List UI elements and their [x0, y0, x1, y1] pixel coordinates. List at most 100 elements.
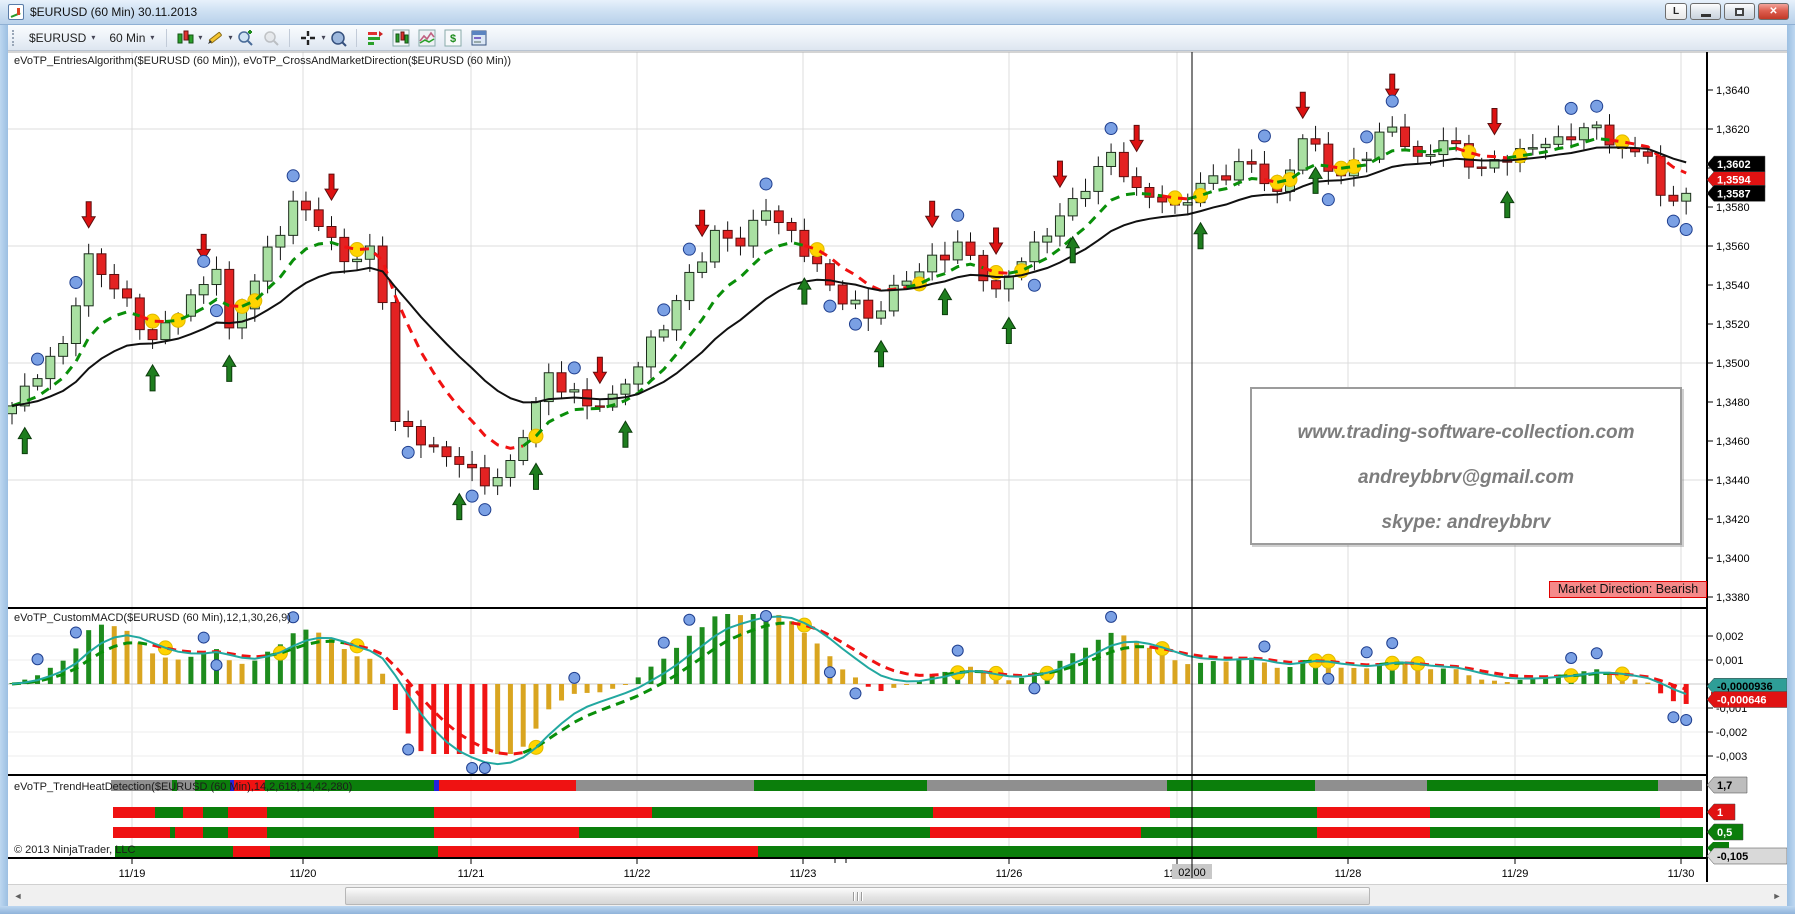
svg-text:1,3440: 1,3440 [1716, 475, 1750, 487]
signal-dot [684, 614, 695, 625]
signal-dot [1259, 641, 1270, 652]
minimize-button[interactable] [1690, 3, 1721, 20]
chevron-down-icon: ▾ [91, 33, 95, 42]
cross-signal-dot [952, 209, 964, 221]
svg-text:11/20: 11/20 [290, 868, 317, 880]
zoom-out-button[interactable] [259, 27, 283, 49]
svg-text:1: 1 [1717, 807, 1723, 819]
scroll-right-arrow-icon[interactable]: ► [1767, 885, 1787, 907]
watermark-box: www.trading-software-collection.com andr… [1250, 387, 1682, 545]
cross-signal-dot [1667, 215, 1679, 227]
signal-dot [403, 744, 414, 755]
svg-text:1,3640: 1,3640 [1716, 85, 1750, 97]
signal-dot [479, 763, 490, 774]
chevron-down-icon[interactable]: ▾ [228, 33, 232, 42]
svg-text:1,3540: 1,3540 [1716, 280, 1750, 292]
bar-type-icon [392, 29, 410, 47]
title-bar[interactable]: $EURUSD (60 Min) 30.11.2013 L ✕ [0, 0, 1795, 25]
link-button[interactable]: L [1665, 3, 1687, 20]
signal-dot [569, 672, 580, 683]
toolbar-grip[interactable] [12, 30, 16, 46]
svg-text:11/22: 11/22 [624, 868, 651, 880]
interval-selector[interactable]: 60 Min ▾ [102, 28, 161, 48]
cross-signal-dot [70, 276, 82, 288]
svg-text:1,3480: 1,3480 [1716, 397, 1750, 409]
svg-text:1,3420: 1,3420 [1716, 514, 1750, 526]
scrollbar-thumb[interactable] [345, 887, 1370, 905]
zoom-out-icon [262, 29, 280, 47]
close-button[interactable]: ✕ [1758, 3, 1789, 20]
toolbar-separator [166, 29, 167, 47]
signal-dot [1323, 673, 1334, 684]
data-box-button[interactable] [326, 27, 350, 49]
cross-signal-dot [287, 170, 299, 182]
chart-app-icon [8, 4, 24, 20]
cross-signal-dot [1565, 102, 1577, 114]
cross-signal-dot [760, 178, 772, 190]
svg-text:11/26: 11/26 [996, 868, 1023, 880]
toolbar: $EURUSD ▾ 60 Min ▾ ▾ ▾ ▾ [8, 25, 1787, 51]
price-panel-label: eVoTP_EntriesAlgorithm($EURUSD (60 Min))… [14, 55, 511, 67]
restore-button[interactable] [1724, 3, 1755, 20]
signal-dot [952, 645, 963, 656]
crosshair-button[interactable] [296, 27, 320, 49]
svg-text:11/21: 11/21 [458, 868, 485, 880]
cross-signal-dot [466, 490, 478, 502]
crosshair-icon [299, 29, 317, 47]
cross-signal-dot [658, 304, 670, 316]
watermark-line-url: www.trading-software-collection.com [1252, 410, 1680, 455]
chart-trader-button[interactable] [363, 27, 387, 49]
cross-signal-dot [1322, 194, 1334, 206]
chevron-down-icon: ▾ [150, 33, 154, 42]
window-border-right [1787, 25, 1795, 906]
svg-text:0,001: 0,001 [1716, 655, 1744, 667]
window-border-left [0, 25, 8, 906]
cross-signal-dot [1028, 279, 1040, 291]
signal-dot [1668, 712, 1679, 723]
signal-dot [1029, 683, 1040, 694]
svg-text:1,3620: 1,3620 [1716, 124, 1750, 136]
scrollbar-grip[interactable] [853, 892, 863, 901]
cross-signal-dot [568, 362, 580, 374]
instrument-selector[interactable]: $EURUSD ▾ [22, 28, 102, 48]
svg-text:1,3460: 1,3460 [1716, 436, 1750, 448]
cross-signal-dot [849, 318, 861, 330]
cross-signal-dot [210, 305, 222, 317]
chart-style-icon [176, 29, 194, 47]
signal-dot [211, 660, 222, 671]
watermark-line-skype: skype: andreybbrv [1252, 500, 1680, 545]
svg-text:1,3587: 1,3587 [1717, 188, 1751, 200]
properties-icon [470, 29, 488, 47]
svg-text:1,3594: 1,3594 [1717, 175, 1752, 187]
svg-text:-0,003: -0,003 [1716, 751, 1747, 763]
svg-text:11/30: 11/30 [1668, 868, 1695, 880]
bar-type-button[interactable] [389, 27, 413, 49]
instrument-value: $EURUSD [29, 31, 86, 45]
drawing-tools-button[interactable] [203, 27, 227, 49]
svg-text:1,7: 1,7 [1717, 780, 1732, 792]
toolbar-separator [356, 29, 357, 47]
currency-button[interactable]: $ [441, 27, 465, 49]
svg-text:1,3500: 1,3500 [1716, 358, 1750, 370]
chart-style-button[interactable] [173, 27, 197, 49]
chevron-down-icon[interactable]: ▾ [321, 33, 325, 42]
svg-text:-0,000646: -0,000646 [1717, 695, 1767, 707]
heat-panel-label: eVoTP_TrendHeatDetection($EURUSD (60 Min… [14, 781, 352, 793]
properties-button[interactable] [467, 27, 491, 49]
chevron-down-icon[interactable]: ▾ [198, 33, 202, 42]
svg-text:1,3602: 1,3602 [1717, 159, 1751, 171]
cross-signal-dot [1258, 130, 1270, 142]
scroll-left-arrow-icon[interactable]: ◄ [8, 885, 28, 907]
signal-dot [467, 763, 478, 774]
cross-signal-dot [1105, 122, 1117, 134]
zoom-in-button[interactable] [233, 27, 257, 49]
svg-text:-0,105: -0,105 [1717, 851, 1748, 863]
svg-text:11/19: 11/19 [119, 868, 146, 880]
regions-button[interactable] [415, 27, 439, 49]
zoom-in-icon [236, 29, 254, 47]
signal-dot [824, 667, 835, 678]
window-title: $EURUSD (60 Min) 30.11.2013 [30, 5, 197, 19]
toolbar-separator [289, 29, 290, 47]
price-markers: 1,3602 1,35941,3587 [1707, 156, 1765, 201]
horizontal-scrollbar[interactable]: ◄ ► [8, 884, 1787, 906]
